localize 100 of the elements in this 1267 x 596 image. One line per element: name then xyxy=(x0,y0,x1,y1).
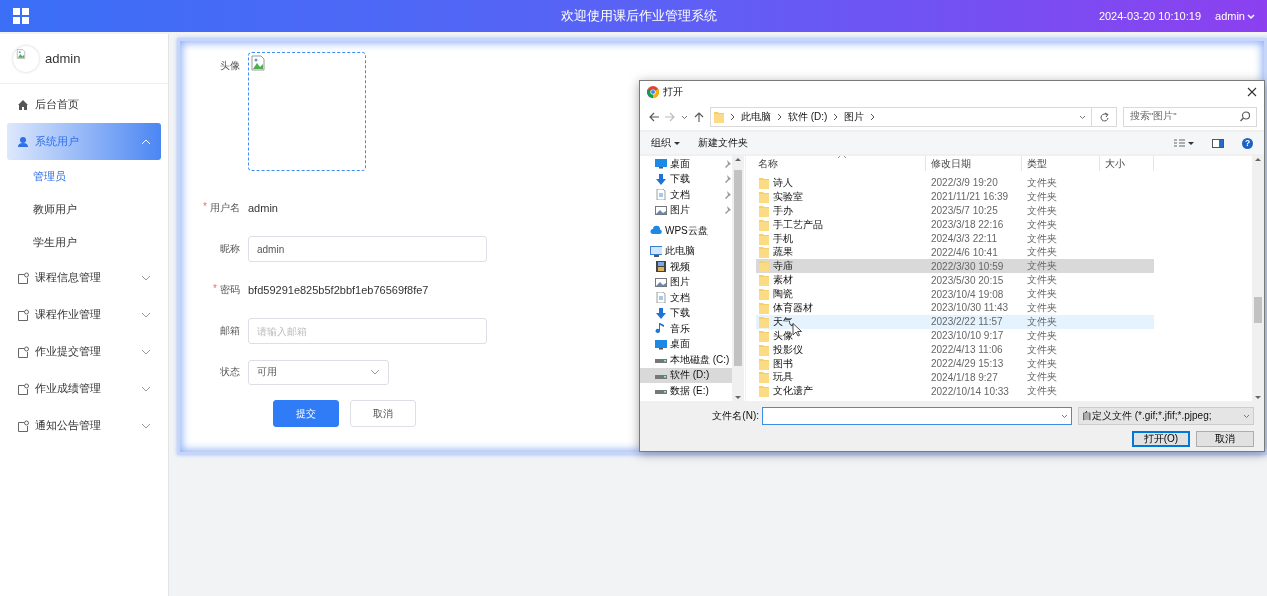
nav-item[interactable]: 本地磁盘 (C:) xyxy=(640,352,732,368)
input-field[interactable]: admin xyxy=(248,236,487,262)
file-type: 文件夹 xyxy=(1026,384,1058,399)
nav-item[interactable]: 软件 (D:) xyxy=(640,367,732,383)
scrollbar[interactable] xyxy=(732,156,744,401)
file-row[interactable]: 实验室 2021/11/21 16:39 文件夹 xyxy=(756,189,1154,204)
new-folder-button[interactable]: 新建文件夹 xyxy=(698,136,748,150)
column-header[interactable]: 大小 xyxy=(1100,156,1154,171)
nav-item[interactable]: 数据 (E:) xyxy=(640,383,732,399)
caret-icon xyxy=(674,140,680,146)
file-date: 2022/3/30 10:59 xyxy=(930,260,1005,272)
nav-item[interactable]: 视频 xyxy=(640,259,732,275)
scrollbar-thumb[interactable] xyxy=(734,170,742,366)
column-header[interactable]: 名称 xyxy=(746,156,926,171)
folder-icon xyxy=(759,246,769,259)
menu-item[interactable]: 通知公告管理 xyxy=(7,407,161,444)
file-row[interactable]: 天气 2023/2/22 11:57 文件夹 xyxy=(756,314,1154,329)
field-label: 昵称 xyxy=(220,242,240,256)
submenu-item[interactable]: 管理员 xyxy=(0,160,168,193)
open-button[interactable]: 打开(O) xyxy=(1132,431,1190,447)
cancel-button[interactable]: 取消 xyxy=(350,400,416,427)
caret-icon xyxy=(1188,140,1194,146)
filename-field[interactable] xyxy=(762,407,1072,425)
cancel-button[interactable]: 取消 xyxy=(1196,431,1254,447)
chevron-down-icon xyxy=(141,310,151,319)
nav-item[interactable]: 桌面 xyxy=(640,156,732,172)
help-icon[interactable]: ? xyxy=(1242,137,1253,149)
file-row[interactable]: 投影仪 2022/4/13 11:06 文件夹 xyxy=(756,342,1154,357)
file-row[interactable]: 玩具 2024/1/18 9:27 文件夹 xyxy=(756,370,1154,385)
file-row[interactable]: 手办 2023/5/7 10:25 文件夹 xyxy=(756,203,1154,218)
file-date: 2023/3/18 22:16 xyxy=(930,219,1005,231)
breadcrumb[interactable]: 软件 (D:) xyxy=(788,109,828,124)
file-date: 2022/4/13 11:06 xyxy=(930,344,1004,356)
scrollbar[interactable] xyxy=(1252,156,1264,401)
chevron-right-icon xyxy=(776,112,783,121)
chevron-down-icon[interactable] xyxy=(681,113,688,120)
required-mark: * xyxy=(203,201,207,214)
file-date: 2023/5/7 10:25 xyxy=(930,205,999,217)
avatar-upload[interactable] xyxy=(248,52,366,171)
nav-item[interactable]: 桌面 xyxy=(640,336,732,352)
select-field[interactable]: 可用 xyxy=(248,359,389,385)
file-row[interactable]: 文化遗产 2022/10/14 10:33 文件夹 xyxy=(756,384,1154,399)
nav-item[interactable]: 下载 xyxy=(640,171,732,187)
nav-item[interactable]: 文档 xyxy=(640,187,732,203)
menu-item[interactable]: 作业提交管理 xyxy=(7,333,161,370)
file-type: 文件夹 xyxy=(1026,314,1058,329)
up-arrow-icon[interactable] xyxy=(694,111,704,122)
address-bar[interactable]: 此电脑 软件 (D:) 图片 xyxy=(710,106,1117,127)
organize-menu[interactable]: 组织 xyxy=(651,136,680,150)
scrollbar-thumb[interactable] xyxy=(1254,297,1262,323)
submit-button[interactable]: 提交 xyxy=(273,400,339,427)
user-menu[interactable]: admin xyxy=(1215,10,1255,22)
back-icon[interactable] xyxy=(649,111,659,122)
menu-item[interactable]: 课程作业管理 xyxy=(7,296,161,333)
submenu-item[interactable]: 学生用户 xyxy=(0,226,168,259)
file-type: 文件夹 xyxy=(1026,217,1058,232)
file-name: 手办 xyxy=(773,203,793,218)
menu-item[interactable]: 课程信息管理 xyxy=(7,259,161,296)
folder-icon xyxy=(759,385,769,398)
forward-icon[interactable] xyxy=(665,111,675,122)
nav-item[interactable]: 图片 xyxy=(640,274,732,290)
folder-icon xyxy=(759,301,769,314)
nav-item[interactable]: 下载 xyxy=(640,305,732,321)
submenu-item[interactable]: 教师用户 xyxy=(0,193,168,226)
refresh-icon[interactable] xyxy=(1099,111,1109,122)
file-row[interactable]: 素材 2023/5/30 20:15 文件夹 xyxy=(756,273,1154,288)
column-header[interactable]: 类型 xyxy=(1022,156,1100,171)
menu-item[interactable]: 作业成绩管理 xyxy=(7,370,161,407)
file-row[interactable]: 诗人 2022/3/9 19:20 文件夹 xyxy=(756,176,1154,190)
file-date: 2023/5/30 20:15 xyxy=(930,274,1005,286)
file-name: 诗人 xyxy=(773,175,793,190)
file-row[interactable]: 寺庙 2022/3/30 10:59 文件夹 xyxy=(756,259,1154,274)
file-date: 2023/10/4 19:08 xyxy=(930,288,1005,300)
nav-item[interactable]: 音乐 xyxy=(640,321,732,337)
file-row[interactable]: 头像 2023/10/10 9:17 文件夹 xyxy=(756,328,1154,343)
user-name: admin xyxy=(45,51,81,66)
dialog-title: 打开 xyxy=(663,85,684,99)
breadcrumb[interactable]: 此电脑 xyxy=(741,109,771,124)
file-type: 文件夹 xyxy=(1026,300,1058,315)
close-icon[interactable] xyxy=(1247,87,1257,97)
file-row[interactable]: 手工艺产品 2023/3/18 22:16 文件夹 xyxy=(756,217,1154,232)
file-row[interactable]: 体育器材 2023/10/30 11:43 文件夹 xyxy=(756,301,1154,315)
chevron-down-icon xyxy=(1079,113,1086,120)
file-row[interactable]: 手机 2024/3/3 22:11 文件夹 xyxy=(756,231,1154,246)
search-field[interactable]: 搜索"图片" xyxy=(1123,106,1257,127)
file-row[interactable]: 蔬果 2022/4/6 10:41 文件夹 xyxy=(756,245,1154,260)
menu-item[interactable]: 后台首页 xyxy=(7,89,161,120)
nav-item[interactable]: 此电脑 xyxy=(640,243,732,259)
chevron-right-icon xyxy=(869,112,877,121)
file-type-select[interactable]: 自定义文件 (*.gif;*.jfif;*.pjpeg; xyxy=(1078,407,1254,425)
grid-icon xyxy=(13,8,29,24)
file-name: 文化遗产 xyxy=(773,384,813,399)
nav-item[interactable]: 图片 xyxy=(640,202,732,218)
nav-item[interactable]: WPS云盘 xyxy=(640,223,732,239)
file-row[interactable]: 图书 2022/4/29 15:13 文件夹 xyxy=(756,356,1154,371)
file-row[interactable]: 陶瓷 2023/10/4 19:08 文件夹 xyxy=(756,287,1154,301)
folder-icon xyxy=(759,329,769,342)
breadcrumb[interactable]: 图片 xyxy=(844,109,865,124)
nav-item[interactable]: 文档 xyxy=(640,290,732,306)
column-header[interactable]: 修改日期 xyxy=(926,156,1022,171)
